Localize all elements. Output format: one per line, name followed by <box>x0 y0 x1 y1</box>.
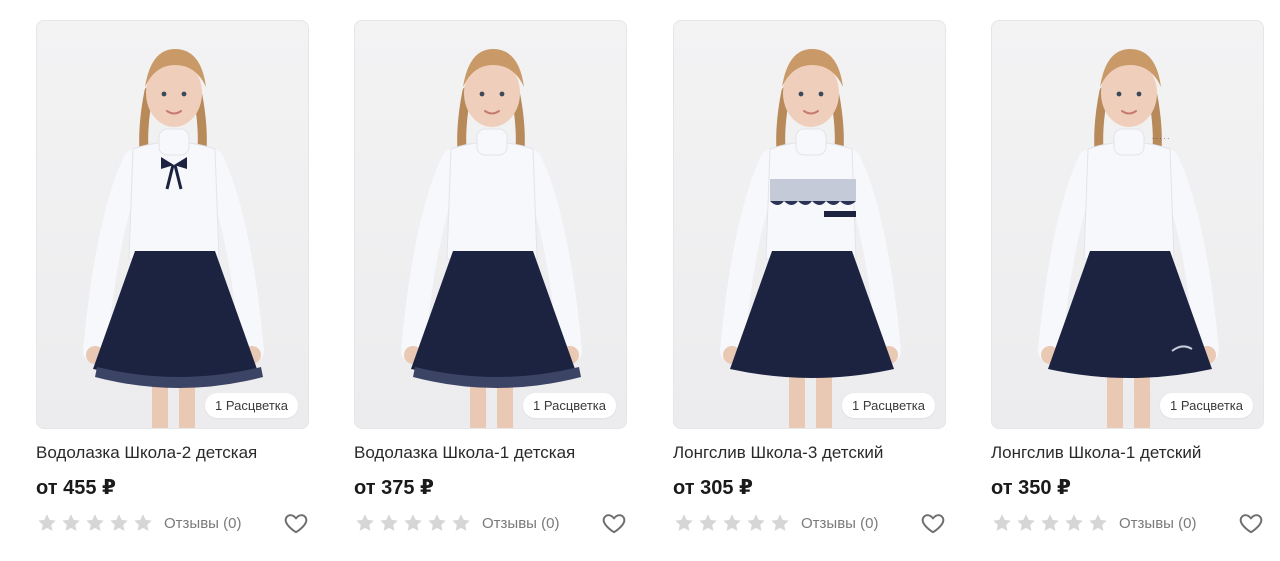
color-count-badge: 1 Расцветка <box>842 393 935 418</box>
reviews-link[interactable]: Отзывы (0) <box>482 515 559 532</box>
product-meta: Отзывы (0) <box>673 510 946 536</box>
star-icon[interactable] <box>1063 512 1085 534</box>
product-card[interactable]: 1 Расцветка Водолазка Школа-1 детская от… <box>354 20 627 536</box>
rating-stars[interactable] <box>354 512 472 534</box>
star-icon[interactable] <box>721 512 743 534</box>
star-icon[interactable] <box>450 512 472 534</box>
star-icon[interactable] <box>1039 512 1061 534</box>
product-grid: 1 Расцветка Водолазка Школа-2 детская от… <box>0 0 1280 561</box>
heart-outline-icon[interactable] <box>1238 510 1264 536</box>
rating-stars[interactable] <box>36 512 154 534</box>
star-icon[interactable] <box>1087 512 1109 534</box>
product-image: · · · · · <box>1038 49 1219 428</box>
product-photo[interactable]: 1 Расцветка <box>354 20 627 429</box>
star-icon[interactable] <box>673 512 695 534</box>
product-title[interactable]: Лонгслив Школа-3 детский <box>673 443 946 463</box>
star-icon[interactable] <box>426 512 448 534</box>
svg-text:· · · · ·: · · · · · <box>1152 136 1169 143</box>
star-icon[interactable] <box>132 512 154 534</box>
rating-stars[interactable] <box>673 512 791 534</box>
product-title[interactable]: Водолазка Школа-1 детская <box>354 443 627 463</box>
product-price: от 305 ₽ <box>673 477 753 499</box>
star-icon[interactable] <box>84 512 106 534</box>
leg <box>789 371 805 428</box>
product-meta: Отзывы (0) <box>36 510 309 536</box>
reviews-link[interactable]: Отзывы (0) <box>801 515 878 532</box>
leg <box>1134 371 1150 428</box>
color-count-badge: 1 Расцветка <box>523 393 616 418</box>
heart-outline-icon[interactable] <box>601 510 627 536</box>
star-icon[interactable] <box>402 512 424 534</box>
heart-outline-icon[interactable] <box>283 510 309 536</box>
product-title[interactable]: Лонгслив Школа-1 детский <box>991 443 1264 463</box>
star-icon[interactable] <box>991 512 1013 534</box>
star-icon[interactable] <box>1015 512 1037 534</box>
product-image <box>401 49 582 428</box>
color-count-badge: 1 Расцветка <box>205 393 298 418</box>
product-price: от 455 ₽ <box>36 477 116 499</box>
product-image <box>720 49 901 428</box>
star-icon[interactable] <box>745 512 767 534</box>
product-image <box>83 49 264 428</box>
reviews-link[interactable]: Отзывы (0) <box>164 515 241 532</box>
leg <box>816 371 832 428</box>
product-meta: Отзывы (0) <box>354 510 627 536</box>
product-photo[interactable]: 1 Расцветка <box>673 20 946 429</box>
color-count-badge: 1 Расцветка <box>1160 393 1253 418</box>
star-icon[interactable] <box>769 512 791 534</box>
star-icon[interactable] <box>108 512 130 534</box>
product-photo[interactable]: 1 Расцветка <box>36 20 309 429</box>
star-icon[interactable] <box>354 512 376 534</box>
product-card[interactable]: 1 Расцветка Водолазка Школа-2 детская от… <box>36 20 309 536</box>
product-card[interactable]: 1 Расцветка Лонгслив Школа-3 детский от … <box>673 20 946 536</box>
star-icon[interactable] <box>60 512 82 534</box>
product-card[interactable]: · · · · · 1 Расцветка Лонгслив Школа-1 д… <box>991 20 1264 536</box>
rating-stars[interactable] <box>991 512 1109 534</box>
reviews-link[interactable]: Отзывы (0) <box>1119 515 1196 532</box>
heart-outline-icon[interactable] <box>920 510 946 536</box>
product-price: от 375 ₽ <box>354 477 434 499</box>
product-meta: Отзывы (0) <box>991 510 1264 536</box>
star-icon[interactable] <box>378 512 400 534</box>
product-title[interactable]: Водолазка Школа-2 детская <box>36 443 309 463</box>
product-price: от 350 ₽ <box>991 477 1071 499</box>
leg <box>1107 371 1123 428</box>
star-icon[interactable] <box>697 512 719 534</box>
star-icon[interactable] <box>36 512 58 534</box>
product-photo[interactable]: · · · · · 1 Расцветка <box>991 20 1264 429</box>
